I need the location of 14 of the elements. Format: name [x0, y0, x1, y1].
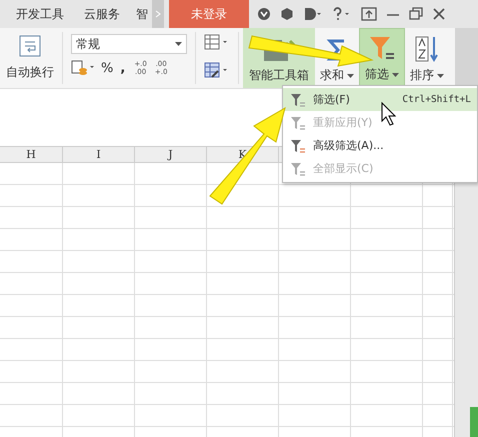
percent-button[interactable]: %: [101, 60, 114, 76]
menu-item[interactable]: 筛选(F) Ctrl+Shift+L: [283, 88, 477, 111]
column-letter[interactable]: I: [96, 148, 101, 161]
ribbon-tab[interactable]: 云服务: [74, 6, 130, 22]
column-letter[interactable]: J: [168, 148, 173, 161]
menu-item[interactable]: 高级筛选(A)...: [283, 134, 477, 157]
filter-button[interactable]: 筛选: [359, 28, 405, 88]
number-format-dropdown[interactable]: 常规: [71, 34, 187, 54]
ribbon-tab[interactable]: 智: [130, 6, 150, 22]
wrap-text-button[interactable]: 自动换行: [0, 28, 58, 88]
comma-button[interactable]: ,: [117, 60, 128, 76]
ribbon-tab[interactable]: 开发工具: [0, 6, 74, 22]
column-letter[interactable]: H: [26, 148, 36, 161]
sort-button[interactable]: 排序: [405, 28, 449, 88]
